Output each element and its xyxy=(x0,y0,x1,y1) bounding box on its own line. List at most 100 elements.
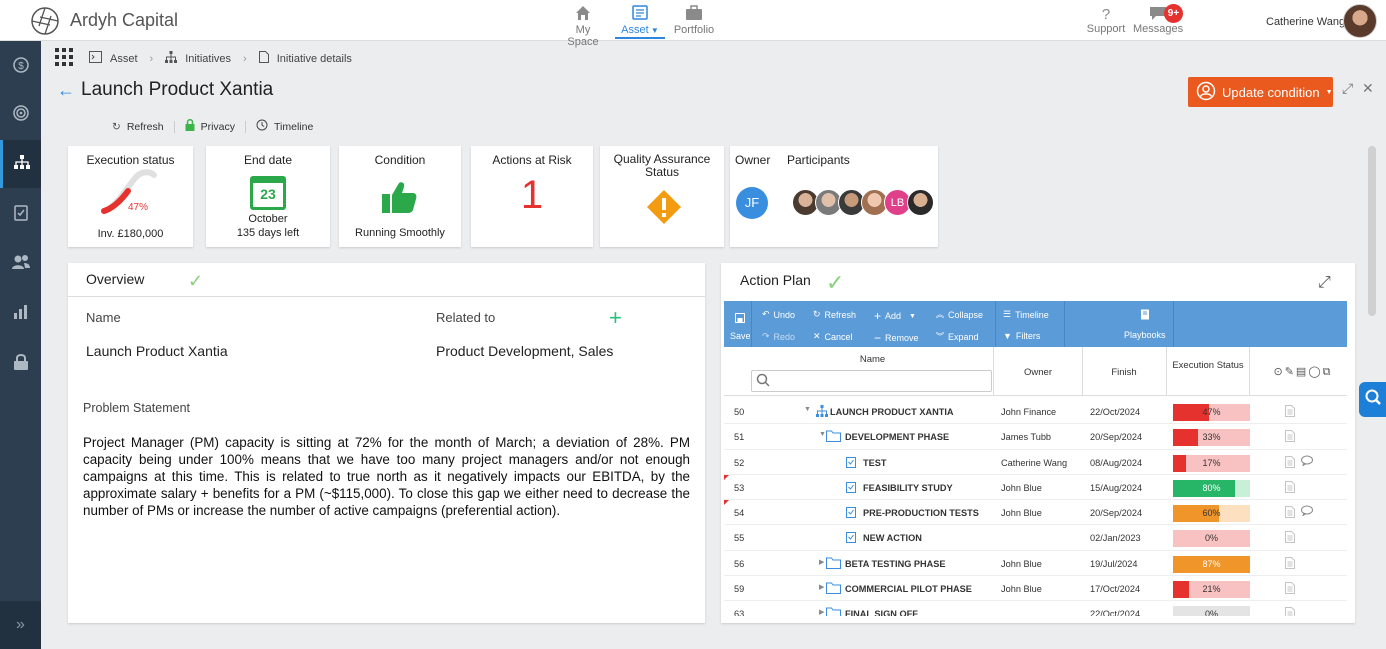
row-owner[interactable]: John Blue xyxy=(1001,508,1042,518)
column-finish[interactable]: Finish xyxy=(1082,367,1166,378)
qa-status-card[interactable]: Quality Assurance Status xyxy=(600,146,724,247)
breadcrumb-asset[interactable]: Asset xyxy=(110,53,138,65)
row-owner[interactable]: Catherine Wang xyxy=(1001,458,1067,468)
zoom-search-button[interactable] xyxy=(1359,382,1386,417)
row-owner[interactable]: John Blue xyxy=(1001,483,1042,493)
filters-button[interactable]: ▼ Filters xyxy=(1003,331,1040,341)
nav-my-space[interactable]: My Space xyxy=(560,4,606,48)
comment-icon[interactable] xyxy=(1301,505,1313,519)
caret-right-icon[interactable]: ▶ xyxy=(819,558,824,566)
table-row[interactable]: 51 ▼ DEVELOPMENT PHASE James Tubb 20/Sep/202… xyxy=(724,424,1347,450)
caret-down-icon[interactable]: ▼ xyxy=(819,431,826,438)
row-name[interactable]: PRE-PRODUCTION TESTS xyxy=(863,508,979,518)
document-icon[interactable] xyxy=(1285,556,1295,572)
user-name[interactable]: Catherine Wang xyxy=(1266,16,1345,28)
expand-icon[interactable]: ⤢ xyxy=(1342,80,1353,97)
row-finish[interactable]: 20/Sep/2024 xyxy=(1090,508,1142,518)
sidebar-item-people[interactable] xyxy=(0,240,41,288)
table-row[interactable]: 54 PRE-PRODUCTION TESTS John Blue 20/Sep/20… xyxy=(724,500,1347,526)
remove-button[interactable]: − Remove xyxy=(874,331,919,345)
row-name[interactable]: FINAL SIGN OFF xyxy=(845,609,918,616)
document-icon[interactable] xyxy=(1285,430,1295,445)
add-related-icon[interactable]: + xyxy=(609,305,622,331)
table-row[interactable]: 56 ▶ BETA TESTING PHASE John Blue 19/Jul/202… xyxy=(724,551,1347,577)
row-name[interactable]: NEW ACTION xyxy=(863,533,922,543)
grid-refresh-button[interactable]: ↻ Refresh xyxy=(813,309,856,320)
apps-grid-icon[interactable] xyxy=(55,48,73,69)
problem-statement-text[interactable]: Project Manager (PM) capacity is sitting… xyxy=(83,434,690,519)
comment-icon[interactable] xyxy=(1301,455,1313,469)
close-icon[interactable]: ✕ xyxy=(1362,80,1374,97)
support-button[interactable]: ? Support xyxy=(1086,6,1126,35)
undo-button[interactable]: ↶ Undo xyxy=(762,309,795,320)
user-avatar[interactable] xyxy=(1343,4,1377,38)
update-condition-button[interactable]: Update condition ▼ xyxy=(1188,77,1333,107)
row-name[interactable]: TEST xyxy=(863,458,886,468)
document-icon[interactable] xyxy=(1285,455,1295,471)
row-finish[interactable]: 20/Sep/2024 xyxy=(1090,432,1142,442)
table-row[interactable]: 52 TEST Catherine Wang 08/Aug/2024 17% xyxy=(724,450,1347,475)
column-owner[interactable]: Owner xyxy=(994,367,1082,378)
row-owner[interactable]: John Blue xyxy=(1001,584,1042,594)
column-name[interactable]: Name xyxy=(751,354,994,365)
expand-button[interactable]: ︾ Expand xyxy=(936,331,979,342)
document-icon[interactable] xyxy=(1285,531,1295,546)
sidebar-item-reports[interactable] xyxy=(0,290,41,338)
caret-right-icon[interactable]: ▶ xyxy=(819,608,824,616)
table-row[interactable]: 59 ▶ COMMERCIAL PILOT PHASE John Blue 17/Oct… xyxy=(724,576,1347,602)
caret-right-icon[interactable]: ▶ xyxy=(819,583,824,591)
row-name[interactable]: LAUNCH PRODUCT XANTIA xyxy=(830,407,954,417)
row-name[interactable]: FEASIBILITY STUDY xyxy=(863,483,953,493)
refresh-button[interactable]: Refresh xyxy=(127,121,164,133)
sidebar-item-initiatives[interactable] xyxy=(0,140,41,188)
sidebar-item-goals[interactable] xyxy=(0,91,41,139)
cancel-button[interactable]: ✕ Cancel xyxy=(813,331,853,342)
name-search-input[interactable] xyxy=(751,370,992,392)
save-button[interactable]: Save xyxy=(730,313,751,341)
sidebar-expand-button[interactable]: » xyxy=(0,601,41,649)
people-card[interactable]: Owner Participants JF LB xyxy=(730,146,938,247)
table-row[interactable]: 55 NEW ACTION 02/Jan/2023 0% xyxy=(724,525,1347,551)
row-name[interactable]: DEVELOPMENT PHASE xyxy=(845,432,949,442)
row-name[interactable]: BETA TESTING PHASE xyxy=(845,559,946,569)
table-row[interactable]: 50 ▼ LAUNCH PRODUCT XANTIA John Finance 22/O… xyxy=(724,399,1347,425)
row-finish[interactable]: 08/Aug/2024 xyxy=(1090,458,1142,468)
row-finish[interactable]: 19/Jul/2024 xyxy=(1090,559,1138,569)
row-finish[interactable]: 22/Oct/2024 xyxy=(1090,609,1140,616)
nav-portfolio[interactable]: Portfolio xyxy=(672,4,716,36)
playbooks-button[interactable]: Playbooks xyxy=(1124,309,1166,340)
row-owner[interactable]: James Tubb xyxy=(1001,432,1051,442)
end-date-card[interactable]: End date 23 October 135 days left xyxy=(206,146,330,247)
document-icon[interactable] xyxy=(1285,582,1295,597)
timeline-view-button[interactable]: ☰ Timeline xyxy=(1003,309,1049,320)
expand-panel-icon[interactable]: ⤢ xyxy=(1318,274,1331,292)
condition-card[interactable]: Condition Running Smoothly xyxy=(339,146,461,247)
sidebar-item-finance[interactable]: $ xyxy=(0,43,41,91)
row-finish[interactable]: 15/Aug/2024 xyxy=(1090,483,1142,493)
row-owner[interactable]: John Blue xyxy=(1001,559,1042,569)
nav-asset[interactable]: Asset ▼ xyxy=(615,4,665,39)
redo-button[interactable]: ↷ Redo xyxy=(762,331,795,342)
collapse-button[interactable]: ︽ Collapse xyxy=(936,309,983,320)
row-finish[interactable]: 02/Jan/2023 xyxy=(1090,533,1141,543)
table-row[interactable]: 63 ▶ FINAL SIGN OFF 22/Oct/2024 0% xyxy=(724,601,1347,616)
participant-avatar[interactable] xyxy=(907,189,934,216)
document-icon[interactable] xyxy=(1285,506,1295,521)
row-name[interactable]: COMMERCIAL PILOT PHASE xyxy=(845,584,972,594)
owner-avatar[interactable]: JF xyxy=(736,187,768,219)
sidebar-item-tasks[interactable] xyxy=(0,190,41,238)
timeline-button[interactable]: Timeline xyxy=(274,121,313,133)
table-row[interactable]: 53 FEASIBILITY STUDY John Blue 15/Aug/2024 8… xyxy=(724,474,1347,501)
sidebar-item-security[interactable] xyxy=(0,340,41,388)
row-owner[interactable]: John Finance xyxy=(1001,407,1056,417)
document-icon[interactable] xyxy=(1285,480,1295,496)
add-button[interactable]: + Add ▼ xyxy=(874,309,916,323)
back-arrow-icon[interactable]: ← xyxy=(57,80,75,101)
caret-down-icon[interactable]: ▼ xyxy=(804,406,811,413)
row-finish[interactable]: 17/Oct/2024 xyxy=(1090,584,1140,594)
page-scrollbar[interactable] xyxy=(1368,146,1376,316)
row-finish[interactable]: 22/Oct/2024 xyxy=(1090,407,1140,417)
actions-at-risk-card[interactable]: Actions at Risk 1 xyxy=(471,146,593,247)
document-icon[interactable] xyxy=(1285,607,1295,616)
execution-status-card[interactable]: Execution status 47% Inv. £180,000 xyxy=(68,146,193,247)
